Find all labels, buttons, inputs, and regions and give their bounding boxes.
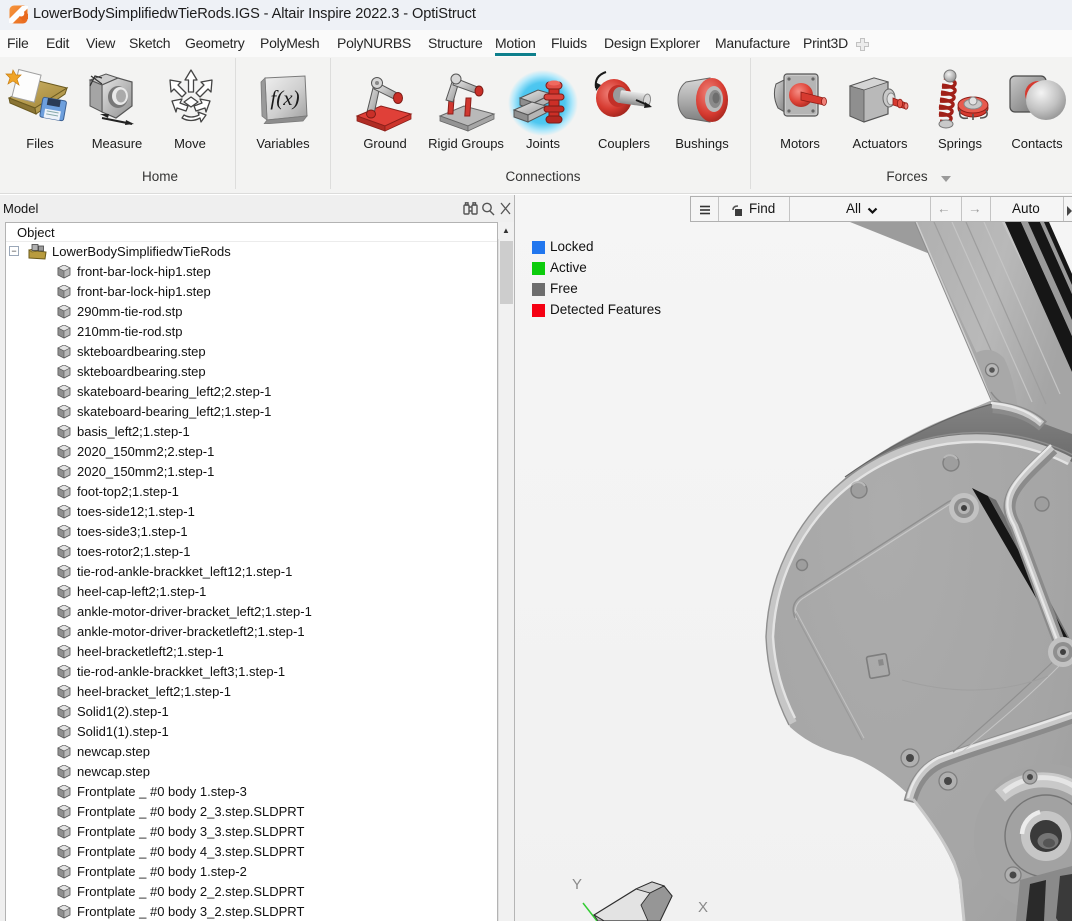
svg-text:f(x): f(x) <box>270 86 299 110</box>
